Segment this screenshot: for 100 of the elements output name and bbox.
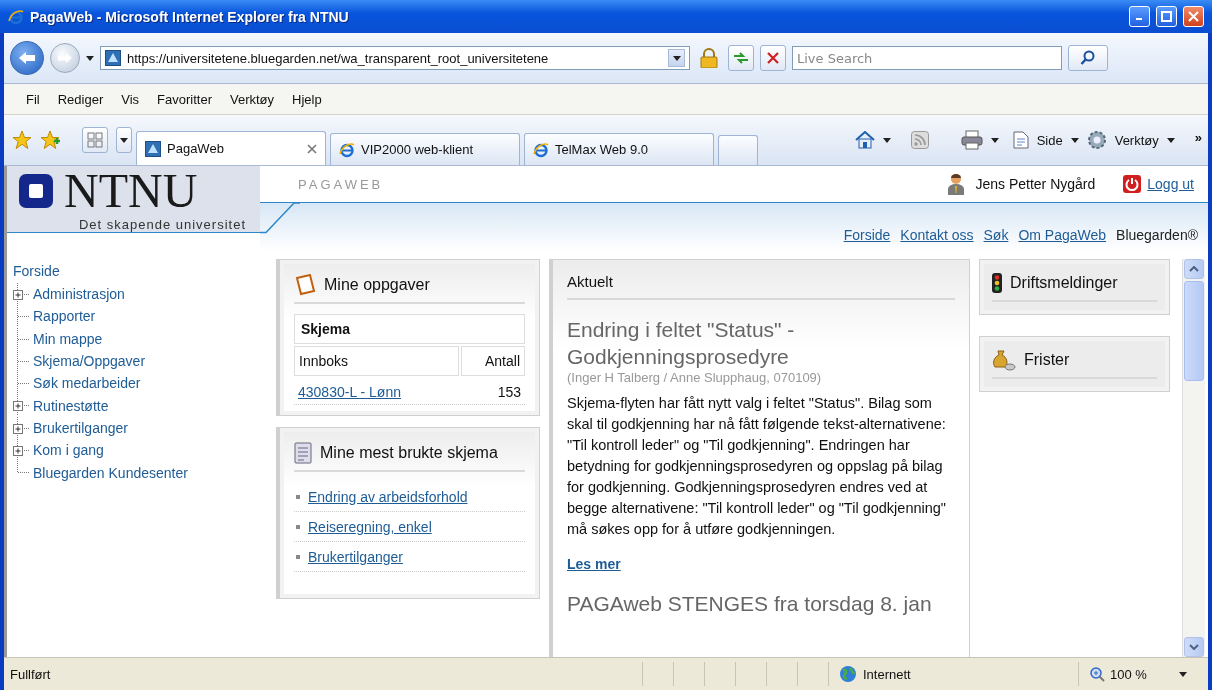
form-link[interactable]: Brukertilganger [308,548,403,565]
count-cell: 153 [497,384,521,400]
column-header: Antall [461,346,525,376]
status-text: Fullført [9,666,52,682]
scrollbar[interactable] [1182,259,1205,657]
nav-link[interactable]: Forside [13,263,267,279]
home-icon[interactable] [854,131,875,149]
refresh-button[interactable] [728,45,754,71]
maximize-button[interactable] [1156,6,1177,27]
nav-link[interactable]: Rapporter [33,308,96,325]
bullet-icon [296,494,300,499]
person-icon [947,173,966,195]
printer-icon[interactable] [960,130,983,150]
nav-link[interactable]: Rutinestøtte [33,397,109,414]
power-icon [1123,175,1142,193]
address-field[interactable]: https://universitetene.bluegarden.net/wa_transparent_root_universitetene [100,46,690,70]
minimize-button[interactable] [1129,6,1150,27]
browser-tab[interactable]: PagaWeb [136,131,326,165]
maximize-icon [1161,11,1172,22]
search-field[interactable]: Live Search [792,46,1062,70]
zoom-icon [1089,666,1105,682]
panel-title: Mine mest brukte skjema [320,444,498,462]
add-favorite-icon[interactable] [40,130,60,150]
nav-link[interactable]: Søk medarbeider [33,375,141,392]
bullet-icon [296,554,300,559]
table-header: Skjema [294,314,525,344]
back-button[interactable] [10,41,44,75]
menu-item[interactable]: Rediger [57,91,104,107]
news-headline: PAGAweb STENGES fra torsdag 8. jan [567,591,933,617]
page-icon [1012,131,1029,149]
security-zone: Internett [863,666,911,682]
panel-title: Mine oppgaver [324,276,430,294]
nav-link[interactable]: Administrasjon [33,286,125,303]
feed-icon[interactable] [910,131,929,149]
tab-list-button[interactable] [116,127,132,153]
nav-link[interactable]: Skjema/Oppgaver [33,353,146,370]
more-button[interactable]: » [1194,130,1202,145]
caret-icon[interactable] [672,55,681,61]
stop-icon [767,52,779,64]
notepad-icon [294,274,316,296]
zoom-control[interactable]: 100 % [1078,662,1208,686]
form-link[interactable]: Endring av arbeidsforhold [308,488,468,505]
browser-tab[interactable]: VIP2000 web-klient [330,133,520,165]
panel-title: Frister [1024,351,1070,369]
browser-tab[interactable]: TelMax Web 9.0 [524,133,714,165]
page-menu[interactable]: Side [1036,132,1063,148]
close-button[interactable] [1183,6,1204,27]
header-link[interactable]: Forside [843,227,891,243]
gear-icon [1086,130,1107,150]
quick-tabs-button[interactable] [82,127,108,153]
news-headline: Endring i feltet "Status" - Godkjenningsprosedyre [567,317,796,370]
document-icon [294,442,312,464]
menu-item[interactable]: Fil [26,91,40,107]
ie-icon [8,8,24,25]
tools-menu[interactable]: Verktøy [1114,132,1159,148]
home-caret-icon[interactable] [882,137,891,143]
site-icon [105,50,121,66]
logo-text: NTNU [64,169,198,213]
header-link[interactable]: Kontakt oss [900,227,974,243]
tools-caret-icon[interactable] [1166,137,1175,143]
search-button[interactable] [1068,45,1108,71]
header-link[interactable]: Om PagaWeb [1018,227,1107,243]
menu-item[interactable]: Verktøy [230,91,275,107]
scroll-down-icon[interactable] [1189,644,1199,650]
menu-item[interactable]: Vis [121,91,140,107]
stop-button[interactable] [760,45,786,71]
nav-link[interactable]: Bluegarden Kundesenter [33,464,188,481]
menu-item[interactable]: Favoritter [157,91,212,107]
close-tab-icon[interactable] [307,143,317,154]
form-link[interactable]: Reiseregning, enkel [308,518,432,535]
app-name: PAGAWEB [298,176,385,192]
panel-title: Driftsmeldinger [1010,274,1118,292]
scroll-up-icon[interactable] [1189,266,1199,272]
page-caret-icon[interactable] [1070,137,1079,143]
print-caret-icon[interactable] [990,137,999,143]
tab-list-caret-icon[interactable] [120,137,128,143]
read-more-link[interactable]: Les mer [567,556,621,572]
zoom-caret-icon[interactable] [1179,671,1187,677]
form-link[interactable]: 430830-L - Lønn [298,384,401,400]
column-header: Innboks [294,346,459,376]
news-byline: (Inger H Talberg / Anne Slupphaug, 070109) [567,370,823,385]
logout-link[interactable]: Logg ut [1123,175,1194,193]
nav-link[interactable]: Min mappe [33,330,103,347]
favorites-star-icon[interactable] [12,130,32,150]
refresh-arrows-icon [733,51,749,65]
nav-link[interactable]: Brukertilganger [33,419,128,436]
traffic-light-icon [992,273,1002,293]
ntnu-logo-icon [18,173,54,209]
news-text: Skjema-flyten har fått nytt valg i feltet "Status". Bilag som skal til godkjenning har nå fått følgende tekst-alternativene: "Til kontroll leder" og "Til godkjenning". Endringen har betydning for godkjenningsprosedyren og oppslag på bilag for godkjenning. Godkjenningsprosedyren endres ved at begge alternativene: "Til kontroll leder" og "Til godkjenning" må søkes opp for å utføre godkjenningen. [567,394,947,539]
scroll-thumb[interactable] [1184,281,1204,381]
header-link[interactable]: Søk [983,227,1009,243]
menu-item[interactable]: Hjelp [292,91,322,107]
nav-link[interactable]: Kom i gang [33,442,104,459]
logo-tagline: Det skapende universitet [78,217,246,232]
search-icon [1080,50,1096,66]
money-bag-icon [992,349,1016,371]
brand-text: Bluegarden® [1116,227,1198,243]
ie-icon [533,141,549,158]
history-caret-icon[interactable] [86,55,94,61]
back-arrow-icon [18,51,36,65]
